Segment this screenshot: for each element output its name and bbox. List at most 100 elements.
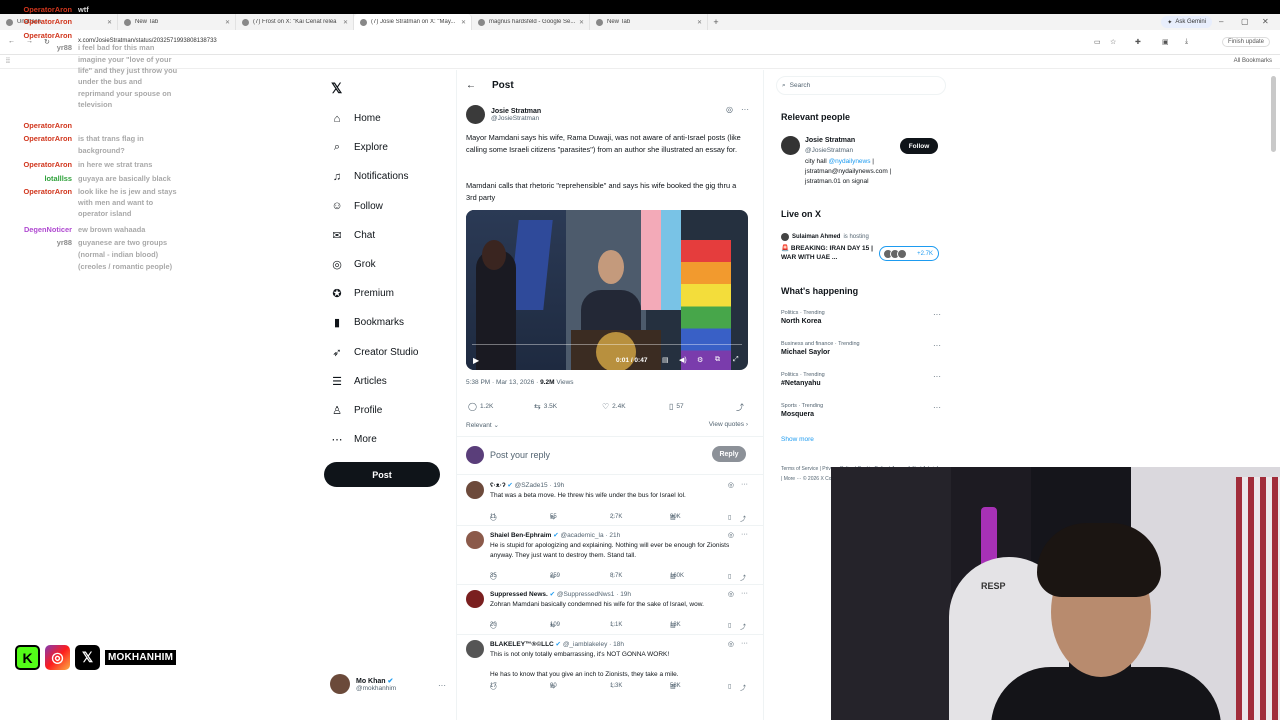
trend-item[interactable]: Business and finance · Trending Michael S… — [781, 341, 941, 356]
video-player[interactable]: ▶ 0:01 / 0:47 ▤ ◀) ⚙ ⧉ ⤢ — [466, 210, 748, 370]
bookmark-icon[interactable]: ▯ — [728, 622, 731, 629]
more-dots-icon[interactable]: ··· — [933, 310, 941, 319]
close-icon[interactable]: ✕ — [225, 19, 230, 26]
avatar[interactable] — [466, 481, 484, 499]
share-icon[interactable]: ⤴ — [740, 514, 746, 523]
author-handle[interactable]: @JosieStratman — [491, 115, 541, 122]
maximize-button[interactable]: ▢ — [1241, 17, 1249, 26]
finish-update-button[interactable]: Finish update — [1222, 37, 1271, 47]
more-dots-icon[interactable]: ··· — [741, 481, 748, 489]
tab[interactable]: New Tab ✕ — [590, 14, 708, 30]
more-dots-icon[interactable]: ··· — [933, 403, 941, 412]
new-tab-icon[interactable]: + — [708, 17, 724, 27]
more-dots-icon[interactable]: ··· — [741, 531, 748, 539]
minimize-button[interactable]: – — [1219, 17, 1223, 26]
bookmark-stat[interactable]: ▯ 57 — [669, 402, 684, 411]
bio-link[interactable]: @nydailynews — [828, 158, 870, 165]
share-icon[interactable]: ⤴ — [740, 622, 746, 631]
avatar[interactable] — [466, 105, 485, 124]
bookmark-icon[interactable]: ▯ — [728, 683, 731, 690]
view-quotes-link[interactable]: View quotes › — [709, 421, 748, 428]
more-dots-icon[interactable]: ··· — [741, 590, 748, 598]
trend-name[interactable]: #Netanyahu — [781, 380, 941, 387]
tab[interactable]: New Tab ✕ — [118, 14, 236, 30]
close-window-button[interactable]: ✕ — [1262, 17, 1269, 26]
downloads-icon[interactable]: ⤓ — [1185, 38, 1188, 46]
grok-icon[interactable]: ◎ — [728, 640, 734, 648]
all-bookmarks[interactable]: All Bookmarks — [1234, 58, 1272, 64]
trend-name[interactable]: Mosquera — [781, 411, 941, 418]
more-dots-icon[interactable]: ··· — [741, 105, 749, 114]
show-more-link[interactable]: Show more — [781, 436, 814, 443]
close-icon[interactable]: ✕ — [579, 19, 584, 26]
close-icon[interactable]: ✕ — [697, 19, 702, 26]
install-app-icon[interactable]: ▭ — [1094, 38, 1101, 46]
live-listeners-badge[interactable]: +2.7K — [879, 246, 939, 261]
back-icon[interactable]: ← — [8, 38, 15, 45]
apps-grid-icon[interactable]: ⁞⁞ — [6, 58, 10, 65]
back-arrow-icon[interactable]: ← — [466, 80, 476, 91]
sidebar-item-follow[interactable]: ☺ Follow — [331, 192, 418, 221]
reply-author-name[interactable]: BLAKELEY™®©LLC — [490, 641, 554, 648]
sidebar-item-home[interactable]: ⌂ Home — [331, 104, 418, 133]
split-view-icon[interactable]: ▣ — [1162, 38, 1169, 46]
reply-handle[interactable]: @academic_la · 21h — [560, 532, 620, 539]
more-dots-icon[interactable]: ··· — [933, 372, 941, 381]
tab[interactable]: (7) Frost on X: "Kai Cenat relea ✕ — [236, 14, 354, 30]
bookmark-icon[interactable]: ▯ — [728, 573, 731, 580]
grok-icon[interactable]: ◎ — [728, 590, 734, 598]
x-logo-icon[interactable]: 𝕏 — [331, 80, 342, 97]
reply-item[interactable]: Shaiel Ben-Ephraim ✔ @academic_la · 21h ◎… — [466, 531, 748, 582]
trend-item[interactable]: Politics · Trending North Korea ··· — [781, 310, 941, 325]
reply-input[interactable]: Post your reply — [490, 450, 550, 460]
pip-icon[interactable]: ⧉ — [715, 356, 720, 364]
trend-item[interactable]: Sports · Trending Mosquera ··· — [781, 403, 941, 418]
sidebar-item-grok[interactable]: ◎ Grok — [331, 250, 418, 279]
bookmark-icon[interactable]: ▯ — [728, 514, 731, 521]
reply-composer[interactable]: Post your reply — [466, 445, 748, 465]
close-icon[interactable]: ✕ — [107, 19, 112, 26]
follow-button[interactable]: Follow — [900, 138, 938, 154]
tab[interactable]: magnus hardsfeld - Google Se... ✕ — [472, 14, 590, 30]
account-switcher[interactable]: Mo Khan ✔ @mokhanhim — [330, 674, 396, 694]
bookmark-star-icon[interactable]: ☆ — [1110, 38, 1116, 46]
reply-handle[interactable]: @_iamblakeley · 18h — [563, 641, 624, 648]
more-dots-icon[interactable]: ··· — [438, 681, 446, 690]
sidebar-item-explore[interactable]: ⌕ Explore — [331, 133, 418, 162]
sidebar-item-profile[interactable]: ♙ Profile — [331, 396, 418, 425]
captions-icon[interactable]: ▤ — [662, 356, 669, 364]
avatar[interactable] — [466, 640, 484, 658]
trend-name[interactable]: North Korea — [781, 318, 941, 325]
sidebar-item-premium[interactable]: ✪ Premium — [331, 279, 418, 308]
close-icon[interactable]: ✕ — [343, 19, 348, 26]
sidebar-item-bookmarks[interactable]: ▮ Bookmarks — [331, 308, 418, 337]
reply-stat[interactable]: ◯ 1.2K — [468, 402, 493, 411]
sidebar-item-more[interactable]: ⋯ More — [331, 425, 418, 454]
live-item[interactable]: Sulaiman Ahmed is hosting 🚨 BREAKING: IR… — [781, 233, 941, 262]
avatar[interactable] — [466, 531, 484, 549]
more-dots-icon[interactable]: ··· — [741, 640, 748, 648]
grok-icon[interactable]: ◎ — [728, 481, 734, 489]
sidebar-item-chat[interactable]: ✉ Chat — [331, 221, 418, 250]
share-icon[interactable]: ⤴ — [740, 683, 746, 692]
share-icon[interactable]: ⤴ — [740, 573, 746, 582]
reply-author-name[interactable]: ʕ·ᴥ·ʔ — [490, 482, 506, 489]
sidebar-item-notifications[interactable]: ♫ Notifications — [331, 162, 418, 191]
reply-item[interactable]: BLAKELEY™®©LLC ✔ @_iamblakeley · 18h ◎ ···… — [466, 640, 748, 692]
reply-handle[interactable]: @SZade15 · 19h — [515, 482, 565, 489]
volume-icon[interactable]: ◀) — [679, 356, 687, 364]
tab[interactable]: (7) Josie Stratman on X: "May... ✕ — [354, 14, 472, 30]
live-stream-title[interactable]: 🚨 BREAKING: IRAN DAY 15 | WAR WITH UAE .… — [781, 244, 876, 262]
trend-name[interactable]: Michael Saylor — [781, 349, 941, 356]
like-stat[interactable]: ♡ 2.4K — [602, 402, 626, 411]
reply-item[interactable]: ʕ·ᴥ·ʔ ✔ @SZade15 · 19h ◎ ··· That was a bet… — [466, 481, 748, 531]
share-icon[interactable]: ⤴ — [736, 402, 744, 413]
close-icon[interactable]: ✕ — [461, 19, 466, 26]
video-progress-bar[interactable] — [472, 344, 742, 345]
trend-item[interactable]: Politics · Trending #Netanyahu ··· — [781, 372, 941, 387]
ask-gemini-button[interactable]: ✦ Ask Gemini — [1161, 16, 1212, 28]
post-author[interactable]: Josie Stratman @JosieStratman — [466, 105, 541, 124]
person-name[interactable]: Josie Stratman — [805, 137, 855, 144]
reply-author-name[interactable]: Shaiel Ben-Ephraim — [490, 532, 551, 539]
reply-author-name[interactable]: Suppressed News. — [490, 591, 548, 598]
